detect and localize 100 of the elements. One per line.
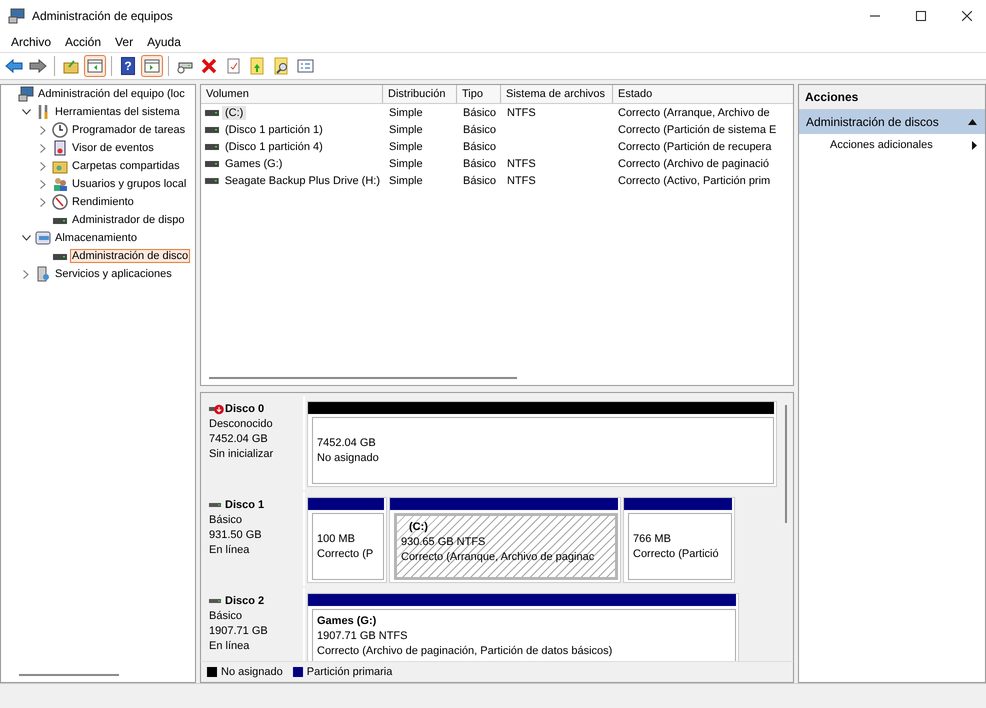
table-cell: Correcto (Partición de recupera: [618, 140, 772, 152]
window-title: Administración de equipos: [32, 9, 173, 23]
table-cell: Básico: [463, 124, 496, 136]
menu-item[interactable]: Ver: [108, 35, 140, 49]
partition[interactable]: (C:) 930.65 GB NTFS Correcto (Arranque, Archivo de paginac: [389, 497, 621, 583]
maximize-icon[interactable]: [916, 11, 926, 21]
table-cell: Simple: [389, 106, 423, 118]
tree-item[interactable]: Programador de tareas: [70, 123, 188, 137]
drive-icon: [205, 110, 219, 116]
menu-item[interactable]: Archivo: [4, 35, 58, 49]
table-cell: Simple: [389, 140, 423, 152]
partition-info: Correcto (Arranque, Archivo de paginac: [401, 550, 596, 565]
partition-info: 7452.04 GB: [317, 436, 377, 451]
table-cell: NTFS: [507, 174, 536, 186]
partition-name: Games (G:): [317, 614, 378, 629]
disk-status: En línea: [209, 543, 250, 558]
actions-section[interactable]: Administración de discos: [799, 110, 985, 134]
column-header[interactable]: Volumen: [201, 85, 383, 103]
chevron-down-icon[interactable]: [22, 109, 30, 115]
tree-pane-icon[interactable]: [84, 55, 106, 77]
tree-item[interactable]: Rendimiento: [70, 195, 136, 209]
disk-name: Disco 2: [225, 594, 264, 609]
disk-name: Disco 0: [225, 402, 264, 417]
chevron-down-icon[interactable]: [22, 235, 30, 241]
partition-info: 1907.71 GB NTFS: [317, 629, 408, 644]
actions-header: Acciones: [799, 85, 985, 110]
tree-item[interactable]: Visor de eventos: [70, 141, 156, 155]
table-cell: Correcto (Activo, Partición prim: [618, 174, 770, 186]
server-icon: [35, 266, 51, 282]
tree-item[interactable]: Usuarios y grupos local: [70, 177, 188, 191]
partition-info: Correcto (P: [317, 547, 374, 562]
table-cell[interactable]: (C:): [222, 106, 246, 120]
computer-icon: [18, 86, 34, 102]
column-header[interactable]: Estado: [613, 85, 793, 103]
chevron-right-icon[interactable]: [23, 270, 29, 278]
scrollbar-thumb[interactable]: [785, 405, 787, 523]
partition[interactable]: 100 MB Correcto (P: [307, 497, 387, 583]
action-pane-icon[interactable]: [141, 55, 163, 77]
table-cell[interactable]: Games (G:): [222, 156, 286, 170]
disk-type: Desconocido: [209, 417, 274, 432]
drive-icon: [205, 126, 219, 132]
table-cell: Correcto (Partición de sistema E: [618, 124, 776, 136]
action-item[interactable]: Acciones adicionales: [830, 139, 933, 151]
table-cell: Simple: [389, 174, 423, 186]
scrollbar-thumb[interactable]: [19, 674, 119, 676]
drive-icon: [205, 178, 219, 184]
table-cell[interactable]: (Disco 1 partición 1): [222, 122, 326, 136]
partition-info: 100 MB: [317, 532, 356, 547]
partition-info: 930.65 GB NTFS: [401, 535, 486, 550]
partition-info: Correcto (Archivo de paginación, Partición de datos básicos): [317, 644, 614, 659]
close-icon[interactable]: [962, 11, 972, 21]
chevron-right-icon[interactable]: [40, 162, 46, 170]
table-cell: Simple: [389, 158, 423, 170]
storage-icon: [35, 230, 51, 246]
disk-status: En línea: [209, 639, 250, 654]
chevron-right-icon[interactable]: [40, 198, 46, 206]
collapse-triangle-icon[interactable]: [968, 119, 977, 125]
menu-item[interactable]: Ayuda: [140, 35, 188, 49]
partition[interactable]: 7452.04 GB No asignado: [307, 401, 777, 487]
menu-item[interactable]: Acción: [58, 35, 108, 49]
scrollbar-thumb[interactable]: [209, 377, 517, 379]
chevron-right-icon[interactable]: [40, 126, 46, 134]
table-cell: Básico: [463, 140, 496, 152]
table-cell: Básico: [463, 106, 496, 118]
tree-item[interactable]: Servicios y aplicaciones: [53, 267, 174, 281]
partition[interactable]: Games (G:) 1907.71 GB NTFS Correcto (Archivo de paginación, Partición de datos básicos): [307, 593, 739, 661]
tree-item[interactable]: Administración del equipo (loc: [36, 87, 187, 101]
disk-status: Sin inicializar: [209, 447, 274, 462]
users-icon: [52, 176, 68, 192]
partition-name: (C:): [408, 520, 429, 535]
disk-error-icon: [209, 404, 224, 415]
tree-item[interactable]: Administración de disco: [70, 249, 190, 263]
partition[interactable]: 766 MB Correcto (Partició: [623, 497, 735, 583]
disk-type: Básico: [209, 609, 244, 624]
table-cell: NTFS: [507, 106, 536, 118]
legend-label: No asignado: [221, 666, 283, 678]
tree-item[interactable]: Almacenamiento: [53, 231, 139, 245]
column-header[interactable]: Distribución: [383, 85, 457, 103]
disk-size: 1907.71 GB: [209, 624, 269, 639]
chevron-right-icon[interactable]: [40, 144, 46, 152]
disk-size: 7452.04 GB: [209, 432, 269, 447]
computer-management-icon: [8, 8, 26, 24]
table-cell: Correcto (Arranque, Archivo de: [618, 106, 770, 118]
column-header[interactable]: Sistema de archivos: [501, 85, 613, 103]
tree-item[interactable]: Administrador de dispo: [70, 213, 187, 227]
clock-icon: [52, 122, 68, 138]
legend-label: Partición primaria: [306, 666, 392, 678]
partition-info: 766 MB: [633, 532, 672, 547]
partition-info: No asignado: [317, 451, 380, 466]
tree-item[interactable]: Carpetas compartidas: [70, 159, 182, 173]
tree-item[interactable]: Herramientas del sistema: [53, 105, 182, 119]
table-cell[interactable]: Seagate Backup Plus Drive (H:): [222, 174, 383, 188]
chevron-right-icon[interactable]: [40, 180, 46, 188]
column-header[interactable]: Tipo: [457, 85, 501, 103]
table-cell: NTFS: [507, 158, 536, 170]
disk-size: 931.50 GB: [209, 528, 263, 543]
log-icon: [52, 140, 68, 156]
partition-info: Correcto (Partició: [633, 547, 720, 562]
table-cell[interactable]: (Disco 1 partición 4): [222, 140, 326, 154]
table-cell: Básico: [463, 158, 496, 170]
